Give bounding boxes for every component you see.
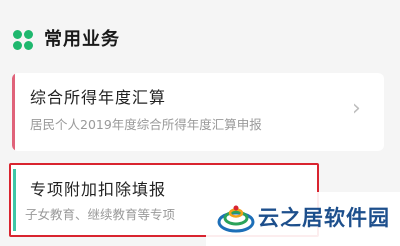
card-title: 综合所得年度汇算 — [30, 88, 167, 107]
card-title: 专项附加扣除填报 — [30, 180, 167, 199]
header: 常用业务 — [0, 0, 400, 66]
yunzhiju-logo-icon — [217, 205, 255, 233]
section-title: 常用业务 — [44, 29, 120, 50]
card-subtitle: 子女教育、继续教育等专项 — [25, 207, 176, 222]
watermark: 云之居软件园 — [206, 192, 400, 246]
grid-dots-icon — [13, 30, 34, 51]
card-accent-bar — [13, 169, 16, 231]
annual-settlement-card[interactable]: 综合所得年度汇算 居民个人2019年度综合所得年度汇算申报 — [12, 73, 384, 151]
card-subtitle: 居民个人2019年度综合所得年度汇算申报 — [30, 117, 262, 132]
card-accent-bar — [12, 73, 15, 151]
chevron-right-icon[interactable]: › — [352, 98, 361, 120]
watermark-text: 云之居软件园 — [258, 206, 390, 230]
